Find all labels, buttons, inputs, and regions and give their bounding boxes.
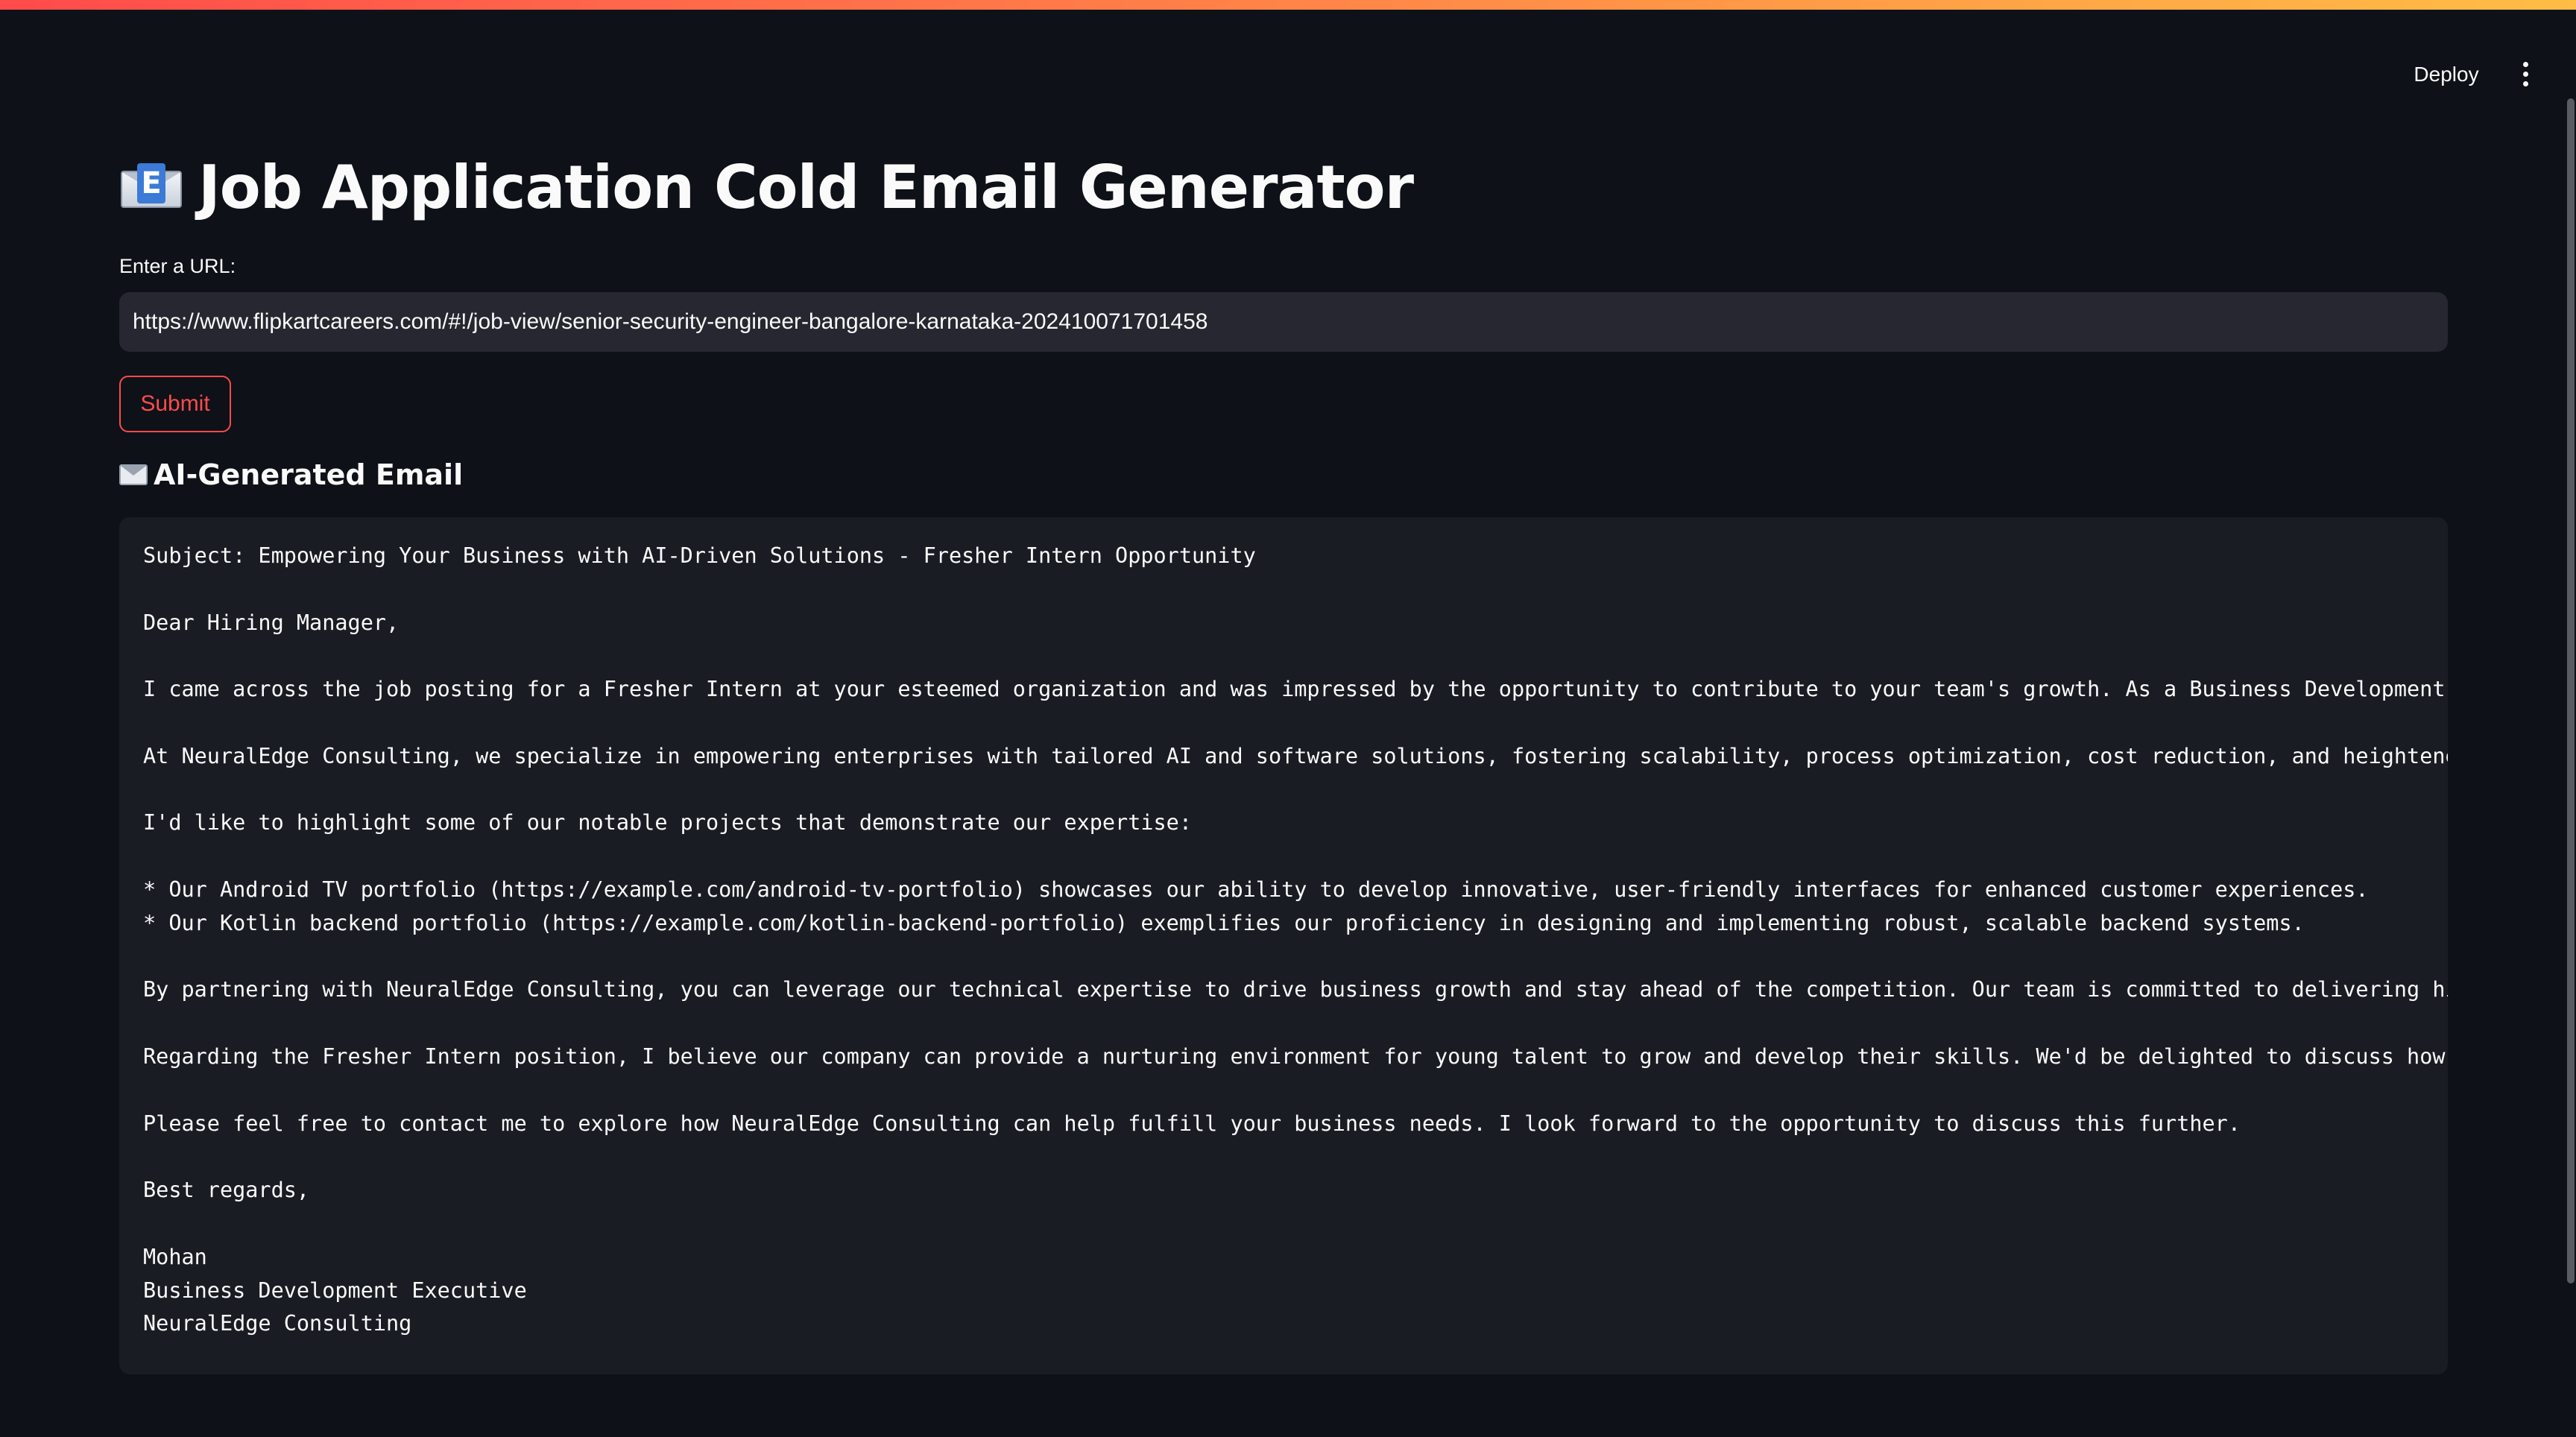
email-line: Mohan: [143, 1244, 207, 1269]
menu-dot: [2522, 71, 2528, 77]
url-input-label: Enter a URL:: [119, 255, 236, 277]
email-line: I came across the job posting for a Fres…: [143, 677, 2448, 702]
email-line: Subject: Empowering Your Business with A…: [143, 543, 1256, 568]
email-line: Dear Hiring Manager,: [143, 610, 400, 635]
e-letter-badge: E: [137, 163, 165, 203]
email-line: By partnering with NeuralEdge Consulting…: [143, 977, 2448, 1002]
envelope-icon: [119, 464, 148, 485]
menu-dot: [2522, 80, 2528, 86]
generated-email-code-block: Subject: Empowering Your Business with A…: [119, 517, 2448, 1374]
generated-email-text: Subject: Empowering Your Business with A…: [143, 540, 2448, 1341]
app-header: Deploy: [0, 10, 2576, 107]
email-line: * Our Android TV portfolio (https://exam…: [143, 877, 2369, 902]
vertical-scrollbar[interactable]: [2567, 98, 2575, 1283]
e-mail-icon: E: [119, 163, 183, 211]
top-decoration-bar: [0, 0, 2576, 10]
menu-dot: [2522, 61, 2528, 67]
email-line: * Our Kotlin backend portfolio (https://…: [143, 910, 2305, 935]
email-line: Best regards,: [143, 1178, 310, 1203]
email-line: I'd like to highlight some of our notabl…: [143, 810, 1192, 836]
email-line: NeuralEdge Consulting: [143, 1311, 412, 1336]
page-title-row: E Job Application Cold Email Generator: [119, 146, 1414, 228]
email-line: Business Development Executive: [143, 1277, 527, 1303]
deploy-button[interactable]: Deploy: [2396, 53, 2497, 95]
section-subheader: AI-Generated Email: [119, 456, 463, 493]
page-title: Job Application Cold Email Generator: [198, 152, 1414, 222]
kebab-menu-icon[interactable]: [2504, 53, 2546, 95]
email-line: Regarding the Fresher Intern position, I…: [143, 1043, 2448, 1069]
email-line: Please feel free to contact me to explor…: [143, 1111, 2241, 1136]
submit-button[interactable]: Submit: [119, 376, 231, 432]
email-line: At NeuralEdge Consulting, we specialize …: [143, 743, 2448, 768]
subheader-text: AI-Generated Email: [154, 458, 464, 491]
url-input[interactable]: [119, 292, 2448, 352]
